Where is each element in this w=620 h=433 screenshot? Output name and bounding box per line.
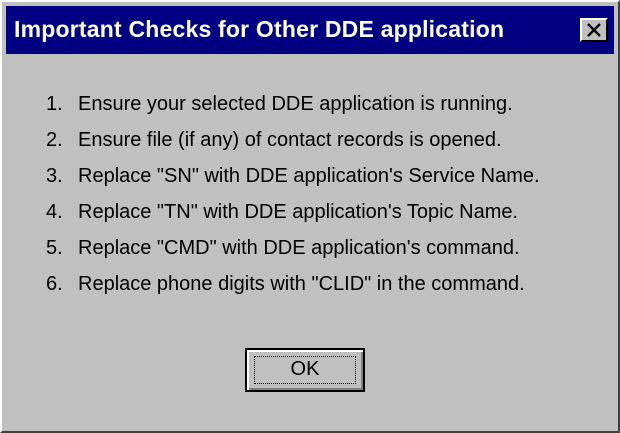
item-text: Replace "TN" with DDE application's Topi… [78,201,519,223]
item-text: Ensure your selected DDE application is … [78,93,513,115]
checks-list: 1. Ensure your selected DDE application i… [46,86,540,302]
window-title: Important Checks for Other DDE applicati… [14,16,505,42]
ok-button-label: OK [290,358,320,380]
title-bar[interactable]: Important Checks for Other DDE applicati… [6,6,614,54]
item-number: 2. [46,129,63,151]
close-icon [587,23,601,37]
item-number: 3. [46,165,63,187]
item-text: Replace "SN" with DDE application's Serv… [78,165,540,187]
item-number: 1. [46,93,63,115]
list-item: 5. Replace "CMD" with DDE application's c… [46,230,540,266]
list-item: 4. Replace "TN" with DDE application's To… [46,194,540,230]
important-checks-dialog: Important Checks for Other DDE applicati… [0,0,620,433]
item-text: Replace phone digits with "CLID" in the … [78,273,525,295]
item-text: Ensure file (if any) of contact records … [78,129,502,151]
item-number: 5. [46,237,63,259]
list-item: 2. Ensure file (if any) of contact record… [46,122,540,158]
close-button[interactable] [580,18,608,42]
item-number: 6. [46,273,63,295]
list-item: 3. Replace "SN" with DDE application's Se… [46,158,540,194]
list-item: 1. Ensure your selected DDE application i… [46,86,540,122]
item-text: Replace "CMD" with DDE application's com… [78,237,520,259]
list-item: 6. Replace phone digits with "CLID" in th… [46,266,540,302]
ok-button[interactable]: OK [245,348,365,392]
item-number: 4. [46,201,63,223]
